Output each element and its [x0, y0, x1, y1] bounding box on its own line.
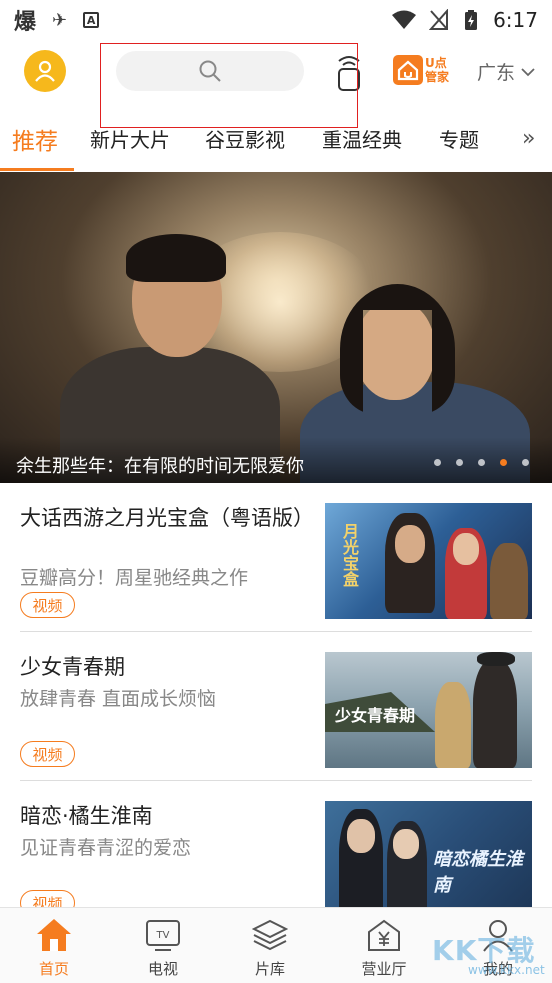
u-point-label-line2: 管家: [425, 70, 450, 84]
item-thumbnail: 月光宝盒: [325, 503, 532, 619]
carousel-dot-active: [500, 459, 507, 466]
banner-caption: 余生那些年：在有限的时间无限爱你: [16, 456, 304, 477]
carousel-dots: [434, 459, 529, 466]
yuan-store-icon: [368, 919, 400, 951]
more-tabs-icon[interactable]: »: [522, 126, 535, 151]
region-label: 广东: [477, 62, 516, 84]
tv-icon: TV: [146, 920, 180, 951]
item-thumbnail: 暗恋橘生淮南: [325, 801, 532, 917]
nav-library[interactable]: 片库: [240, 916, 300, 979]
carousel-dot: [522, 459, 529, 466]
airplane-icon: ✈: [52, 9, 68, 31]
svg-text:TV: TV: [156, 930, 170, 941]
battery-charging-icon: [465, 10, 478, 30]
remote-control-icon[interactable]: [334, 52, 364, 92]
list-item[interactable]: 少女青春期 放肆青春 直面成长烦恼 视频 少女青春期: [20, 632, 532, 781]
tab-gudou-movies[interactable]: 谷豆影视: [205, 124, 285, 153]
bottom-navigation: 首页 TV 电视 片库 营业厅 我的 KK下载 www.kkx.net: [0, 907, 552, 983]
nav-library-label: 片库: [254, 960, 285, 978]
search-bar[interactable]: [116, 51, 304, 91]
status-bar: 爆 ✈ A 6:17: [0, 0, 552, 40]
wifi-icon: [392, 10, 417, 29]
a-notification-icon: A: [83, 12, 100, 28]
thumbnail-title: 少女青春期: [335, 706, 416, 725]
nav-home[interactable]: 首页: [24, 916, 84, 979]
layers-icon: [252, 919, 288, 951]
item-title: 少女青春期: [20, 655, 125, 679]
thumbnail-title: 月光宝盒: [340, 523, 359, 587]
nav-service-hall-label: 营业厅: [361, 960, 407, 978]
chevron-down-icon: [521, 67, 535, 76]
item-subtitle: 豆瓣高分！周星驰经典之作: [20, 567, 249, 589]
item-tag: 视频: [20, 592, 75, 618]
carousel-dot: [434, 459, 441, 466]
item-subtitle: 见证青春青涩的爱恋: [20, 837, 192, 859]
nav-tv[interactable]: TV 电视: [133, 916, 193, 979]
home-icon: [37, 919, 71, 951]
featured-banner[interactable]: 余生那些年：在有限的时间无限爱你: [0, 172, 552, 483]
notification-app-icon: 爆: [14, 10, 37, 35]
tab-recommended[interactable]: 推荐: [12, 122, 58, 156]
item-title: 暗恋·橘生淮南: [20, 804, 153, 828]
house-icon: [393, 55, 423, 85]
thumbnail-title: 暗恋橘生淮南: [433, 849, 523, 896]
item-subtitle: 放肆青春 直面成长烦恼: [20, 688, 217, 710]
item-tag: 视频: [20, 741, 75, 767]
item-thumbnail: 少女青春期: [325, 652, 532, 768]
clock: 6:17: [493, 8, 538, 32]
tab-topics[interactable]: 专题: [439, 124, 479, 153]
u-point-label-line1: U点: [425, 56, 447, 70]
tab-new-blockbusters[interactable]: 新片大片: [90, 124, 170, 153]
user-icon: [35, 60, 55, 82]
search-icon: [199, 60, 221, 82]
no-signal-icon: [429, 9, 449, 30]
avatar-button[interactable]: [24, 50, 66, 92]
list-item[interactable]: 大话西游之月光宝盒（粤语版） 豆瓣高分！周星驰经典之作 视频 月光宝盒: [20, 483, 532, 632]
tab-classics[interactable]: 重温经典: [322, 124, 402, 153]
carousel-dot: [478, 459, 485, 466]
nav-service-hall[interactable]: 营业厅: [354, 916, 414, 979]
region-selector[interactable]: 广东: [477, 58, 535, 85]
nav-tv-label: 电视: [147, 960, 178, 978]
nav-home-label: 首页: [38, 960, 69, 978]
u-point-steward-button[interactable]: U点 管家: [393, 53, 455, 87]
active-tab-indicator: [0, 168, 74, 171]
category-tabs: 推荐 新片大片 谷豆影视 重温经典 专题 »: [0, 110, 552, 172]
carousel-dot: [456, 459, 463, 466]
watermark-url: www.kkx.net: [468, 963, 545, 977]
top-header: U点 管家 广东: [0, 40, 552, 128]
item-title: 大话西游之月光宝盒（粤语版）: [20, 506, 314, 530]
